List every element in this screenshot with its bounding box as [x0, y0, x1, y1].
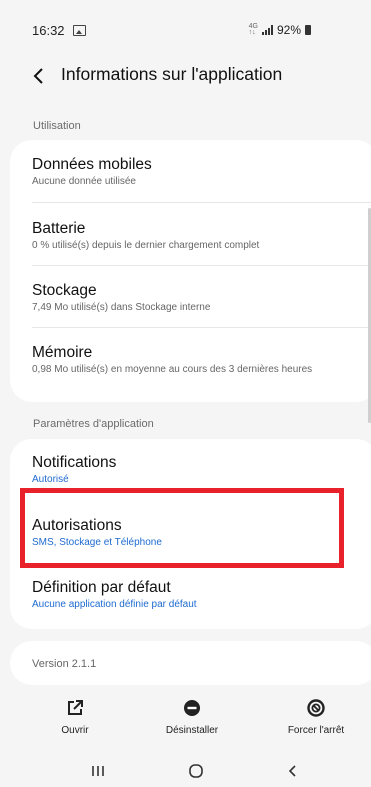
home-icon	[189, 764, 203, 778]
divider	[32, 327, 371, 328]
status-indicators: 4G ↑↓ 92%	[249, 23, 311, 37]
network-type-icon: 4G ↑↓	[248, 23, 258, 36]
page-title: Informations sur l'application	[61, 64, 283, 84]
chevron-left-icon	[33, 68, 43, 84]
network-activity: ↑↓	[248, 29, 256, 36]
battery-percent: 92%	[276, 23, 301, 37]
row-storage[interactable]: Stockage 7,49 Mo utilisé(s) dans Stockag…	[32, 281, 352, 314]
app-info-screen: 16:32 4G ↑↓ 92% Informations sur l'appli…	[0, 0, 371, 787]
usage-card: Données mobiles Aucune donnée utilisée B…	[10, 140, 371, 402]
version-text: Version 2.1.1	[32, 658, 97, 670]
gallery-icon	[72, 25, 86, 36]
row-default-settings[interactable]: Définition par défaut Aucune application…	[32, 578, 352, 611]
row-notifications[interactable]: Notifications Autorisé	[32, 453, 352, 486]
recents-icon	[92, 766, 104, 776]
nav-back-button[interactable]	[277, 759, 307, 783]
row-mobile-data[interactable]: Données mobiles Aucune donnée utilisée	[32, 155, 352, 188]
row-title: Définition par défaut	[32, 579, 171, 596]
divider	[32, 202, 371, 203]
section-label-usage: Utilisation	[33, 120, 81, 132]
version-card: Version 2.1.1	[10, 641, 371, 685]
row-permissions[interactable]: Autorisations SMS, Stockage et Téléphone	[32, 516, 352, 549]
row-subtitle: 0 % utilisé(s) depuis le dernier chargem…	[32, 240, 260, 251]
force-stop-button[interactable]: Forcer l'arrêt	[278, 697, 354, 736]
force-stop-label: Forcer l'arrêt	[287, 725, 345, 736]
nav-recents-button[interactable]	[83, 759, 113, 783]
block-circle-icon	[307, 699, 325, 717]
row-title: Stockage	[32, 282, 97, 299]
nav-home-button[interactable]	[181, 759, 211, 783]
open-external-icon	[68, 700, 83, 715]
row-title: Autorisations	[32, 517, 122, 534]
section-label-app-settings: Paramètres d'application	[33, 418, 154, 430]
row-battery[interactable]: Batterie 0 % utilisé(s) depuis le dernie…	[32, 219, 352, 252]
row-title: Notifications	[32, 454, 117, 471]
row-memory[interactable]: Mémoire 0,98 Mo utilisé(s) en moyenne au…	[32, 343, 352, 376]
divider	[32, 265, 371, 266]
row-subtitle: Autorisé	[32, 474, 69, 485]
app-bar: Informations sur l'application	[0, 58, 371, 94]
battery-icon	[305, 25, 311, 35]
row-subtitle: Aucune application définie par défaut	[32, 599, 197, 610]
row-title: Batterie	[32, 220, 86, 237]
row-subtitle: 7,49 Mo utilisé(s) dans Stockage interne	[32, 302, 211, 313]
navigation-bar	[0, 755, 371, 787]
status-time-group: 16:32	[32, 23, 86, 38]
back-button[interactable]	[28, 64, 48, 88]
back-icon	[288, 765, 296, 777]
open-label: Ouvrir	[61, 725, 89, 736]
uninstall-button[interactable]: Désinstaller	[152, 697, 232, 736]
row-title: Mémoire	[32, 344, 93, 361]
uninstall-label: Désinstaller	[165, 725, 219, 736]
signal-icon	[261, 25, 273, 35]
status-time: 16:32	[32, 23, 65, 38]
minus-circle-icon	[184, 700, 200, 716]
action-bar: Ouvrir Désinstaller Forcer l'arrêt	[0, 697, 371, 747]
row-subtitle: 0,98 Mo utilisé(s) en moyenne au cours d…	[32, 364, 313, 375]
row-title: Données mobiles	[32, 156, 152, 173]
row-subtitle: SMS, Stockage et Téléphone	[32, 537, 162, 548]
open-button[interactable]: Ouvrir	[52, 697, 98, 736]
app-settings-card: Notifications Autorisé Autorisations SMS…	[10, 439, 371, 629]
row-subtitle: Aucune donnée utilisée	[32, 176, 136, 187]
status-bar: 16:32 4G ↑↓ 92%	[0, 0, 371, 62]
